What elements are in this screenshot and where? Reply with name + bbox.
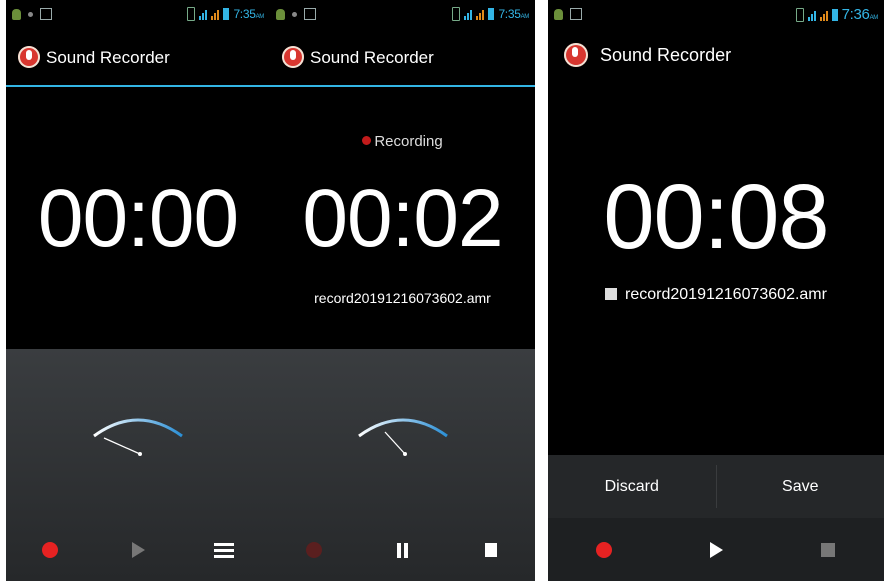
signal-icon [807,9,816,21]
action-bar: Sound Recorder [6,30,270,87]
recorder-screen-recording: 7:35AM Sound Recorder Recording 00:02 re… [270,0,535,581]
vibrate-icon [795,7,804,22]
record-icon [596,541,612,558]
status-bar: 7:35AM [270,0,535,30]
record-icon [306,542,323,558]
battery-icon [831,8,838,21]
app-title: Sound Recorder [310,48,434,67]
vibrate-icon [452,7,461,21]
file-name-row: record20191216073602.amr [548,286,884,304]
status-bar: 7:36AM [548,0,884,30]
control-bar [548,518,884,581]
status-clock: 7:36AM [841,6,879,23]
recorder-screen-stopped: 7:36AM Sound Recorder 00:08 record201912… [548,0,884,581]
signal-icon [476,8,485,20]
save-button[interactable]: Save [717,455,884,518]
battery-icon [488,8,495,20]
signal-icon [211,8,220,20]
battery-icon [223,8,230,20]
status-clock: 7:35AM [233,7,264,21]
image-icon [40,8,52,20]
control-bar [270,519,535,581]
signal-icon [819,9,828,21]
action-bar: Sound Recorder [548,30,884,82]
stop-icon [821,542,835,557]
notification-dot-icon [28,11,33,17]
elapsed-timer: 00:02 [302,173,503,264]
stop-icon [484,543,497,557]
image-icon [570,8,582,20]
android-icon [12,8,21,20]
record-button[interactable] [582,528,626,572]
elapsed-timer: 00:08 [603,166,829,268]
recording-status: Recording [270,133,535,150]
app-icon [564,43,588,67]
vu-meter [357,418,448,456]
vibrate-icon [187,7,196,21]
app-icon [18,46,40,68]
file-name: record20191216073602.amr [625,286,827,303]
app-icon [282,46,304,68]
status-clock: 7:35AM [498,7,529,21]
record-button[interactable] [28,528,72,572]
android-icon [276,8,285,20]
play-icon [709,541,723,558]
control-bar [6,519,270,581]
record-icon [42,542,58,558]
file-name: record20191216073602.amr [314,290,491,306]
recorder-screen-idle: 7:35AM Sound Recorder 00:00 [6,0,270,581]
save-discard-bar: Discard Save [548,455,884,519]
pause-icon [396,542,408,558]
signal-icon [464,8,473,20]
stop-button[interactable] [806,528,850,572]
app-title: Sound Recorder [600,45,732,65]
discard-button[interactable]: Discard [548,455,716,518]
recording-dot-icon [362,136,372,145]
recordings-list-button[interactable] [204,528,248,572]
elapsed-timer: 00:00 [37,173,239,264]
action-bar: Sound Recorder [270,30,535,87]
status-bar: 7:35AM [6,0,270,30]
list-icon [218,542,234,558]
play-button[interactable] [116,528,160,572]
notification-dot-icon [292,11,297,17]
record-button[interactable] [292,528,336,572]
pause-button[interactable] [380,528,424,572]
signal-icon [199,8,208,20]
vu-meter [93,418,183,456]
play-button[interactable] [694,528,738,572]
image-icon [304,8,316,20]
app-title: Sound Recorder [46,48,170,67]
file-icon [605,288,618,300]
android-icon [554,8,563,20]
play-icon [131,542,145,558]
stop-button[interactable] [469,528,513,572]
